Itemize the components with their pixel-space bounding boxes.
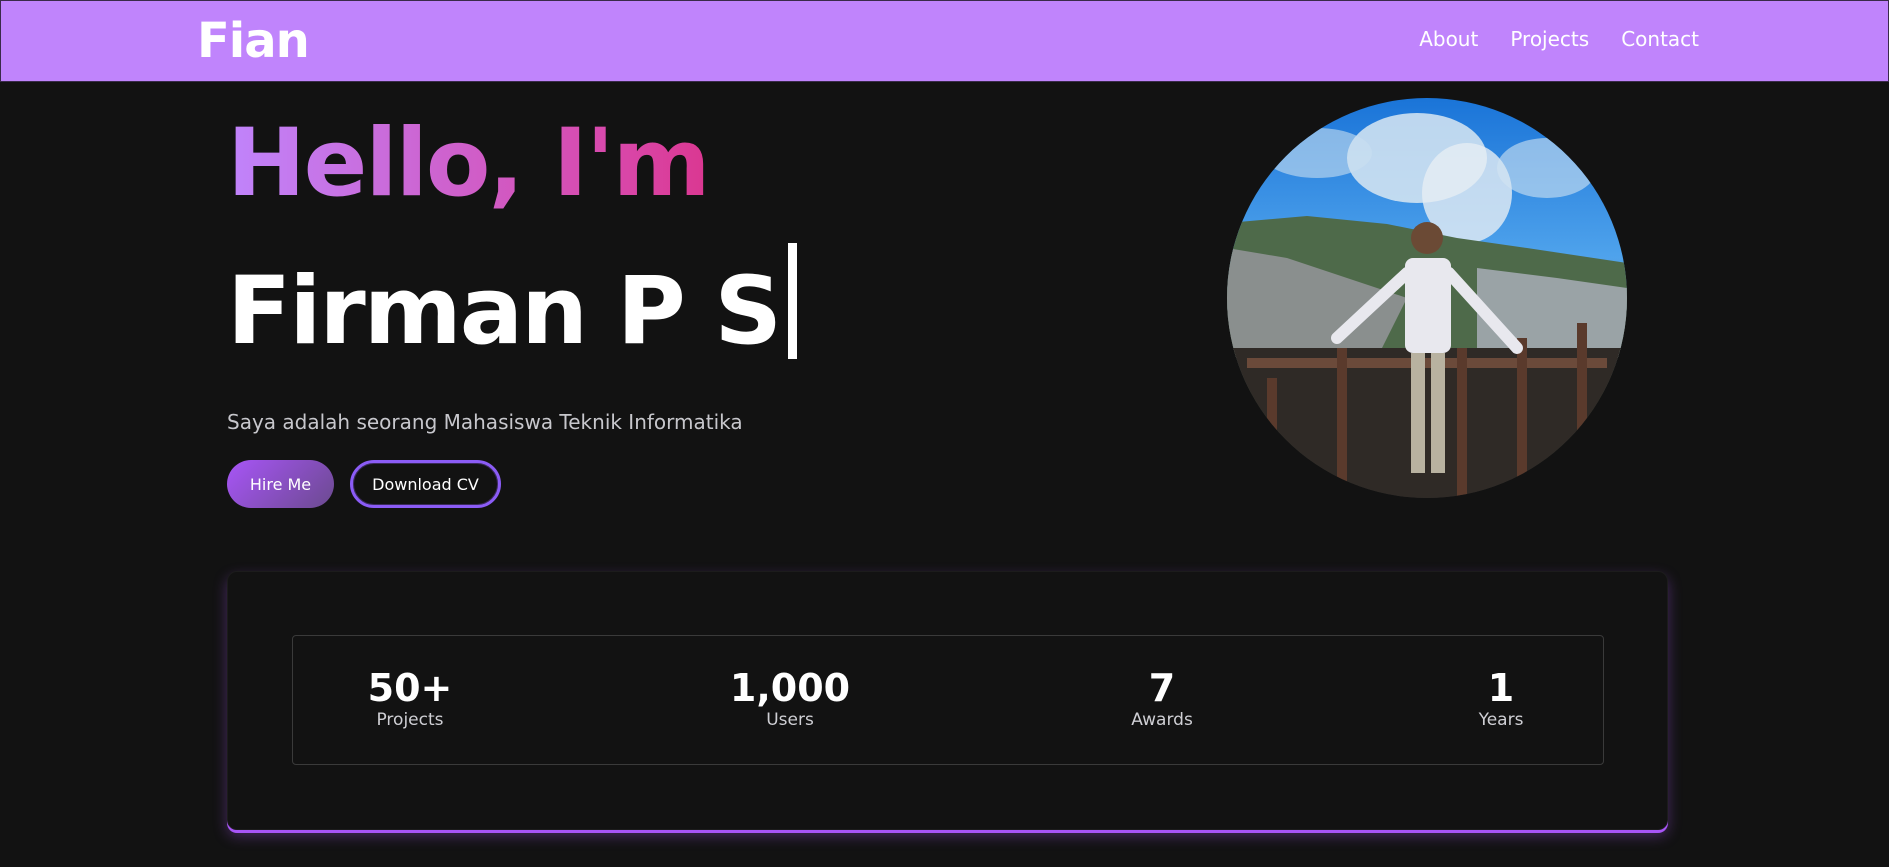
typing-caret xyxy=(788,243,798,359)
stat-label: Projects xyxy=(376,710,444,730)
download-cv-button[interactable]: Download CV xyxy=(350,460,501,508)
hero-greeting: Hello, I'm xyxy=(227,104,797,224)
profile-photo xyxy=(1227,98,1627,498)
navbar: Fian About Projects Contact xyxy=(0,0,1889,82)
stat-value: 7 xyxy=(1148,666,1176,710)
stats-panel: 50+ Projects 1,000 Users 7 Awards 1 Year… xyxy=(292,635,1604,765)
stat-years: 1 Years xyxy=(1479,666,1524,730)
nav-links: About Projects Contact xyxy=(1419,27,1699,51)
profile-photo-illustration xyxy=(1227,113,1627,498)
nav-link-contact[interactable]: Contact xyxy=(1621,27,1699,51)
nav-link-about[interactable]: About xyxy=(1419,27,1478,51)
stat-value: 1 xyxy=(1487,666,1515,710)
stats-card: 50+ Projects 1,000 Users 7 Awards 1 Year… xyxy=(227,571,1668,830)
hero-name-line: Firman P S xyxy=(227,243,798,372)
stat-label: Users xyxy=(766,710,814,730)
hero-section: Hello, I'm Firman P S Saya adalah seoran… xyxy=(227,104,798,508)
stat-value: 1,000 xyxy=(729,666,851,710)
stat-awards: 7 Awards xyxy=(1131,666,1193,730)
stat-label: Awards xyxy=(1131,710,1193,730)
hero-buttons: Hire Me Download CV xyxy=(227,460,797,508)
hero-name: Firman P S xyxy=(227,257,782,366)
brand-logo[interactable]: Fian xyxy=(197,13,310,69)
stat-value: 50+ xyxy=(367,666,453,710)
stat-label: Years xyxy=(1478,710,1524,730)
hero-tagline: Saya adalah seorang Mahasiswa Teknik Inf… xyxy=(227,410,743,434)
stat-users: 1,000 Users xyxy=(730,666,850,730)
nav-link-projects[interactable]: Projects xyxy=(1510,27,1589,51)
hire-me-button[interactable]: Hire Me xyxy=(227,460,334,508)
stat-projects: 50+ Projects xyxy=(368,666,453,730)
